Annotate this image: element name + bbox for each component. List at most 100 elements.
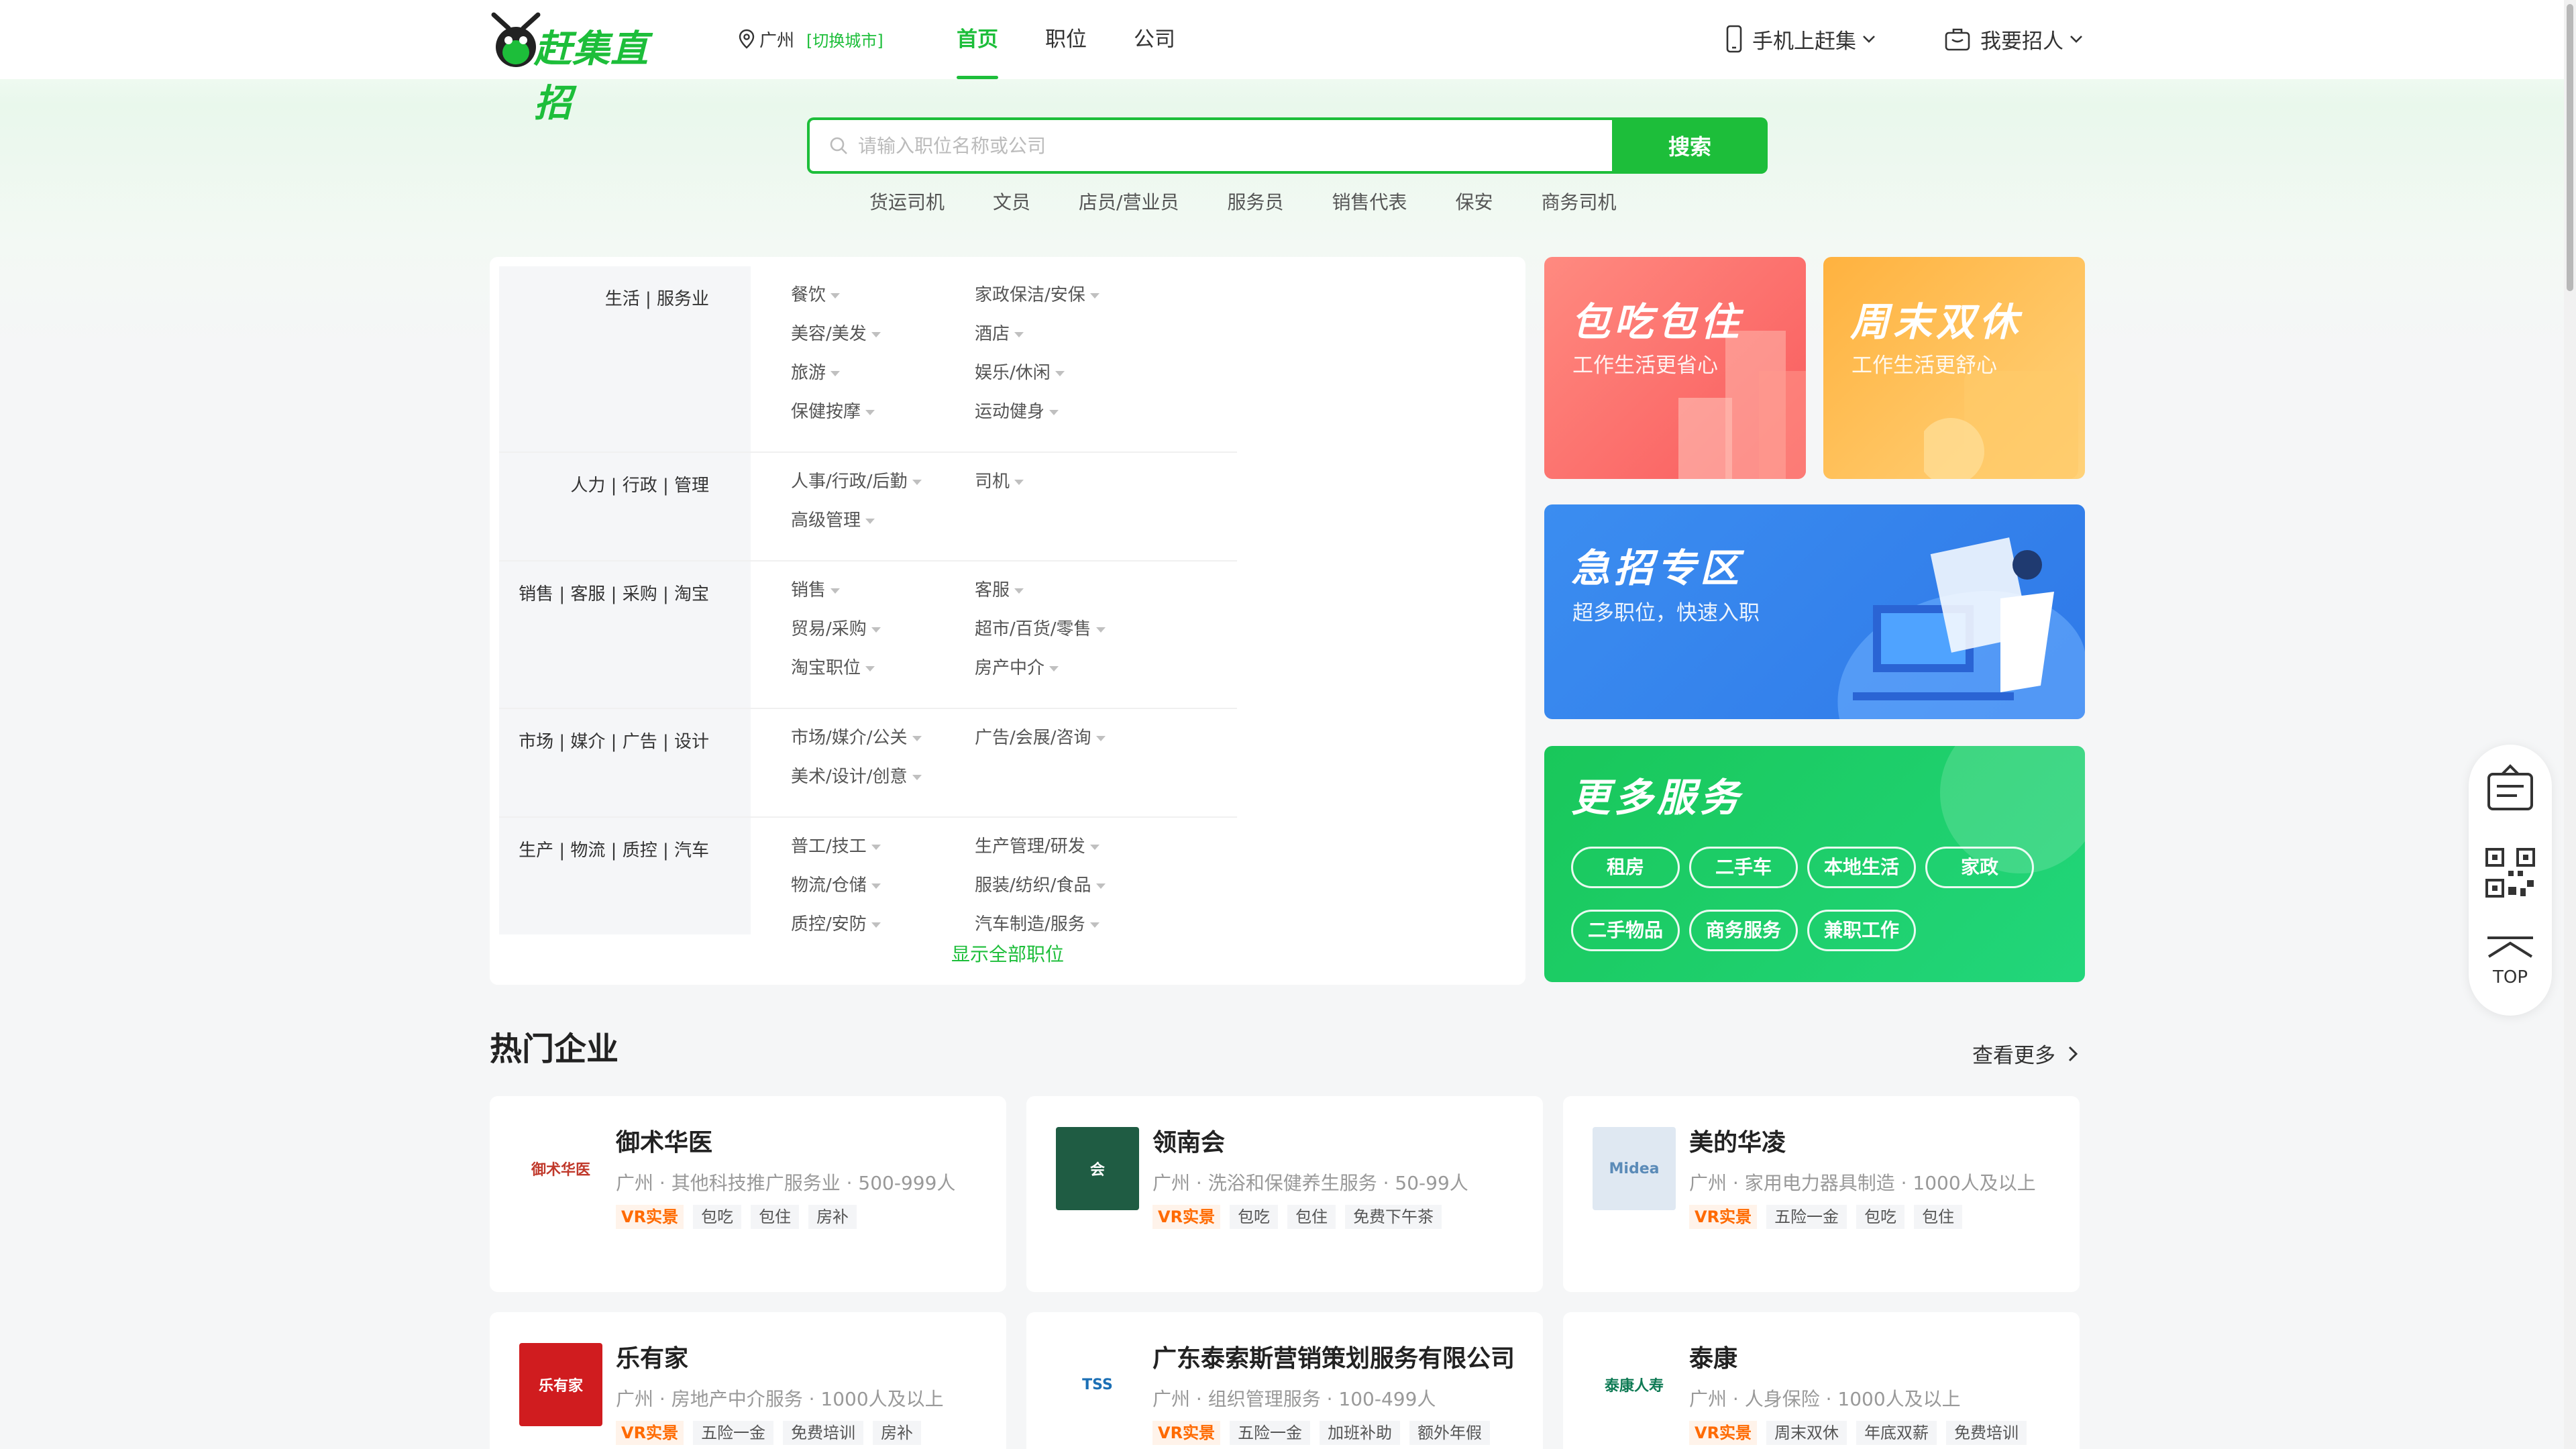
category-item[interactable]: 销售 <box>791 580 975 619</box>
benefit-tag: 房补 <box>873 1421 922 1445</box>
search-box <box>807 117 1612 174</box>
category-item[interactable]: 餐饮 <box>791 285 975 324</box>
vr-badge[interactable]: VR实景 <box>616 1205 684 1229</box>
company-name[interactable]: 乐有家 <box>616 1339 688 1374</box>
category-item[interactable]: 广告/会展/咨询 <box>975 728 1159 767</box>
arrow-up-icon <box>2487 936 2533 958</box>
banner-weekend-off[interactable]: 周末双休 工作生活更舒心 <box>1823 257 2085 479</box>
company-name[interactable]: 御术华医 <box>616 1123 712 1158</box>
company-tags: VR实景 包吃 包住 免费下午茶 <box>1152 1205 1451 1229</box>
company-logo: TSS <box>1053 1340 1142 1429</box>
company-logo: 乐有家 <box>517 1340 605 1429</box>
category-item[interactable]: 贸易/采购 <box>791 619 975 658</box>
hot-word[interactable]: 保安 <box>1456 188 1493 215</box>
company-card[interactable]: TSS 广东泰索斯营销策划服务有限公司 广州 · 组织管理服务 · 100-499人… <box>1026 1312 1543 1449</box>
scrollbar-thumb[interactable] <box>2567 4 2573 291</box>
location-pin-icon <box>739 29 755 49</box>
office-worker-illustration <box>1837 537 2085 719</box>
hot-word[interactable]: 店员/营业员 <box>1079 188 1179 215</box>
view-more-link[interactable]: 查看更多 <box>1972 1038 2078 1069</box>
category-item[interactable]: 市场/媒介/公关 <box>791 728 975 767</box>
service-rent[interactable]: 租房 <box>1571 847 1680 888</box>
company-logo-text: 会 <box>1056 1127 1139 1210</box>
service-local-life[interactable]: 本地生活 <box>1807 847 1916 888</box>
company-card[interactable]: 御术华医 御术华医 广州 · 其他科技推广服务业 · 500-999人 VR实景 包吃包… <box>490 1096 1006 1292</box>
benefit-tag: 包住 <box>1287 1205 1336 1229</box>
benefit-tag: 周末双休 <box>1766 1421 1847 1445</box>
category-item[interactable]: 运动健身 <box>975 402 1159 441</box>
hot-word[interactable]: 货运司机 <box>869 188 945 215</box>
category-item[interactable]: 人事/行政/后勤 <box>791 472 975 511</box>
category-item[interactable]: 服装/纺织/食品 <box>975 875 1159 914</box>
company-name[interactable]: 领南会 <box>1152 1123 1225 1158</box>
category-item[interactable]: 美容/美发 <box>791 324 975 363</box>
site-logo[interactable]: 赶集直招 <box>487 9 682 125</box>
category-item[interactable]: 普工/技工 <box>791 837 975 875</box>
company-card[interactable]: 泰康人寿 泰康 广州 · 人身保险 · 1000人及以上 VR实景 周末双休 年底双薪 免费… <box>1563 1312 2080 1449</box>
hot-word[interactable]: 销售代表 <box>1332 188 1407 215</box>
nav-jobs[interactable]: 职位 <box>1045 0 1087 79</box>
banner-subtitle: 工作生活更舒心 <box>1851 354 1997 378</box>
company-tags: VR实景 五险一金 加班补助 额外年假 <box>1152 1421 1499 1445</box>
category-item[interactable]: 美术/设计/创意 <box>791 767 975 806</box>
phone-icon <box>1726 25 1742 53</box>
service-used-car[interactable]: 二手车 <box>1689 847 1798 888</box>
category-item[interactable]: 客服 <box>975 580 1159 619</box>
service-business[interactable]: 商务服务 <box>1689 910 1798 951</box>
category-item[interactable]: 淘宝职位 <box>791 658 975 697</box>
banner-subtitle: 工作生活更省心 <box>1572 354 1718 378</box>
feedback-button[interactable] <box>2469 762 2552 816</box>
qr-code-button[interactable] <box>2469 847 2552 899</box>
switch-city-link[interactable]: [切换城市] <box>806 28 883 51</box>
search-input[interactable] <box>858 134 1596 157</box>
category-item[interactable]: 保健按摩 <box>791 402 975 441</box>
mobile-app-menu[interactable]: 手机上赶集 <box>1725 20 1876 58</box>
city-selector[interactable]: 广州 [切换城市] <box>738 25 883 52</box>
hot-word[interactable]: 文员 <box>993 188 1030 215</box>
show-all-jobs-link[interactable]: 显示全部职位 <box>490 934 1525 985</box>
category-item[interactable]: 家政保洁/安保 <box>975 285 1159 324</box>
category-item[interactable]: 高级管理 <box>791 511 975 549</box>
vr-badge[interactable]: VR实景 <box>1689 1421 1758 1445</box>
banner-urgent-jobs[interactable]: 急招专区 超多职位，快速入职 <box>1544 504 2085 719</box>
company-logo: 会 <box>1053 1124 1142 1213</box>
nav-home[interactable]: 首页 <box>957 0 998 79</box>
service-housekeeping[interactable]: 家政 <box>1925 847 2034 888</box>
category-item[interactable]: 娱乐/休闲 <box>975 363 1159 402</box>
category-item[interactable]: 生产管理/研发 <box>975 837 1159 875</box>
hot-word[interactable]: 服务员 <box>1227 188 1283 215</box>
company-card[interactable]: 会领南会 广州 · 洗浴和保健养生服务 · 50-99人 VR实景 包吃 包住 免费下午茶 <box>1026 1096 1543 1292</box>
category-item[interactable]: 物流/仓储 <box>791 875 975 914</box>
category-item[interactable]: 酒店 <box>975 324 1159 363</box>
hot-companies-title: 热门企业 <box>490 1030 619 1068</box>
back-to-top-button[interactable] <box>2469 934 2552 961</box>
banner-food-housing[interactable]: 包吃包住 工作生活更省心 <box>1544 257 1806 479</box>
service-used-goods[interactable]: 二手物品 <box>1571 910 1680 951</box>
recruit-menu[interactable]: 我要招人 <box>1944 20 2084 58</box>
category-row: 销售 | 客服 | 采购 | 淘宝 销售 客服 贸易/采购 超市/百货/零售 淘宝职位 房产… <box>499 561 1237 709</box>
vr-badge[interactable]: VR实景 <box>1689 1205 1758 1229</box>
hot-word[interactable]: 商务司机 <box>1542 188 1617 215</box>
vr-badge[interactable]: VR实景 <box>616 1421 684 1445</box>
category-item[interactable]: 房产中介 <box>975 658 1159 697</box>
company-name[interactable]: 泰康 <box>1689 1339 1737 1374</box>
category-item[interactable]: 司机 <box>975 472 1159 511</box>
company-card[interactable]: 乐有家 乐有家 广州 · 房地产中介服务 · 1000人及以上 VR实景 五险一金 免费培… <box>490 1312 1006 1449</box>
vr-badge[interactable]: VR实景 <box>1152 1205 1221 1229</box>
company-card[interactable]: Midea 美的华凌 广州 · 家用电力器具制造 · 1000人及以上 VR实景 五险一… <box>1563 1096 2080 1292</box>
company-name[interactable]: 美的华凌 <box>1689 1123 1786 1158</box>
service-part-time[interactable]: 兼职工作 <box>1807 910 1916 951</box>
category-label: 市场 | 媒介 | 广告 | 设计 <box>499 709 751 816</box>
company-tags: VR实景 包吃 包住 房补 <box>616 1205 866 1229</box>
category-item[interactable]: 旅游 <box>791 363 975 402</box>
company-tags: VR实景 五险一金 包吃 包住 <box>1689 1205 1972 1229</box>
search-button[interactable]: 搜索 <box>1612 117 1768 174</box>
category-item[interactable]: 超市/百货/零售 <box>975 619 1159 658</box>
floating-toolbar: TOP <box>2469 745 2552 1016</box>
category-row: 市场 | 媒介 | 广告 | 设计 市场/媒介/公关 广告/会展/咨询 美术/设计/创… <box>499 709 1237 818</box>
vr-badge[interactable]: VR实景 <box>1152 1421 1221 1445</box>
company-name[interactable]: 广东泰索斯营销策划服务有限公司 <box>1152 1339 1515 1374</box>
page-scrollbar[interactable] <box>2564 0 2576 1449</box>
nav-companies[interactable]: 公司 <box>1134 0 1175 79</box>
current-city: 广州 <box>759 30 795 51</box>
